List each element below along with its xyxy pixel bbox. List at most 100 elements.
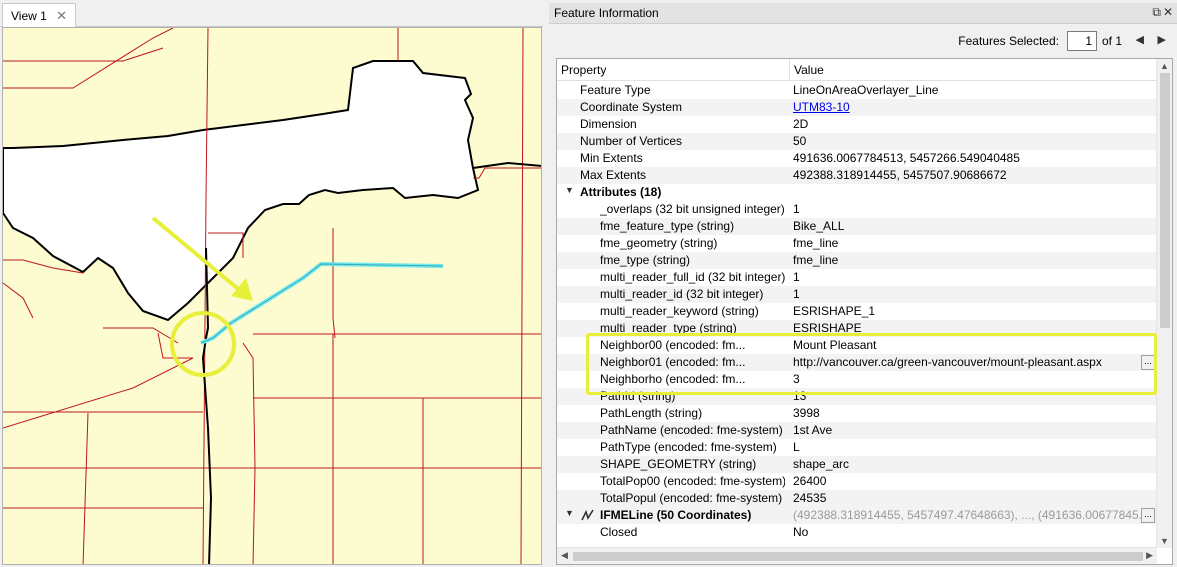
attribute-value: 13 bbox=[793, 389, 807, 403]
table-row[interactable]: PathType (encoded: fme-system) L bbox=[557, 439, 1157, 456]
table-row[interactable]: multi_reader_type (string) ESRISHAPE bbox=[557, 320, 1157, 337]
next-feature-icon[interactable]: ▶ bbox=[1158, 33, 1166, 46]
table-row[interactable]: multi_reader_id (32 bit integer) 1 bbox=[557, 286, 1157, 303]
attribute-value: 1 bbox=[793, 270, 800, 284]
scroll-down-icon[interactable]: ▼ bbox=[1160, 536, 1169, 546]
table-row[interactable]: Max Extents 492388.318914455, 5457507.906… bbox=[557, 167, 1157, 184]
feature-index-input[interactable] bbox=[1067, 31, 1097, 51]
road-line bbox=[520, 28, 524, 564]
property-value: No bbox=[793, 525, 809, 539]
property-table: Property Value Feature Type LineOnAreaOve… bbox=[556, 58, 1173, 565]
column-header-value[interactable]: Value bbox=[794, 63, 824, 77]
section-title: Attributes (18) bbox=[580, 185, 662, 199]
property-name: Max Extents bbox=[580, 168, 647, 182]
float-panel-icon[interactable]: ⧉ bbox=[1152, 5, 1161, 20]
annotation-arrowhead bbox=[231, 278, 253, 301]
table-row[interactable]: fme_type (string) fme_line bbox=[557, 252, 1157, 269]
attribute-value: 26400 bbox=[793, 474, 827, 488]
attribute-value: L bbox=[793, 440, 800, 454]
panel-header: Feature Information ⧉ ✕ bbox=[549, 3, 1177, 24]
column-divider[interactable] bbox=[789, 59, 790, 81]
features-selected-label: Features Selected: bbox=[958, 34, 1059, 48]
table-row[interactable]: PathLength (string) 3998 bbox=[557, 405, 1157, 422]
table-row[interactable]: SHAPE_GEOMETRY (string) shape_arc bbox=[557, 456, 1157, 473]
table-row[interactable]: Closed No bbox=[557, 524, 1157, 541]
property-value: 492388.318914455, 5457507.90686672 bbox=[793, 168, 1007, 182]
previous-feature-icon[interactable]: ◀ bbox=[1136, 33, 1144, 46]
attribute-name: TotalPop00 (encoded: fme-system) bbox=[600, 474, 785, 488]
tab-view-1[interactable]: View 1 ✕ bbox=[2, 3, 76, 27]
vertical-scrollbar[interactable]: ▲ ▼ bbox=[1156, 59, 1172, 548]
property-value: 50 bbox=[793, 134, 807, 148]
selected-feature-line bbox=[200, 261, 444, 345]
attribute-name: PathId (string) bbox=[600, 389, 676, 403]
property-name: Dimension bbox=[580, 117, 637, 131]
polyline-icon bbox=[581, 509, 594, 521]
geometry-section-row[interactable]: ▼ IFMELine (50 Coordinates) (492388.3189… bbox=[557, 507, 1157, 524]
table-row[interactable]: fme_feature_type (string) Bike_ALL bbox=[557, 218, 1157, 235]
property-value: 491636.0067784513, 5457266.549040485 bbox=[793, 151, 1020, 165]
tab-label: View 1 bbox=[11, 8, 47, 23]
attribute-name: multi_reader_id (32 bit integer) bbox=[600, 287, 764, 301]
table-row[interactable]: Neighborho (encoded: fm... 3 bbox=[557, 371, 1157, 388]
scroll-right-icon[interactable]: ▶ bbox=[1146, 550, 1153, 561]
table-row[interactable]: Feature Type LineOnAreaOverlayer_Line bbox=[557, 82, 1157, 99]
table-row[interactable]: Number of Vertices 50 bbox=[557, 133, 1157, 150]
close-tab-icon[interactable]: ✕ bbox=[56, 8, 67, 24]
scroll-thumb[interactable] bbox=[1160, 73, 1170, 328]
attribute-name: multi_reader_keyword (string) bbox=[600, 304, 759, 318]
attribute-value: Bike_ALL bbox=[793, 219, 845, 233]
expand-coordinates-button[interactable]: ... bbox=[1141, 508, 1155, 523]
table-row[interactable]: Neighbor00 (encoded: fm... Mount Pleasant bbox=[557, 337, 1157, 354]
table-row[interactable]: Neighbor01 (encoded: fm... http://vancouv… bbox=[557, 354, 1157, 371]
attribute-name: PathName (encoded: fme-system) bbox=[600, 423, 783, 437]
collapse-icon[interactable]: ▼ bbox=[565, 508, 574, 518]
attribute-name: TotalPopul (encoded: fme-system) bbox=[600, 491, 783, 505]
attribute-name: SHAPE_GEOMETRY (string) bbox=[600, 457, 757, 471]
table-row[interactable]: PathName (encoded: fme-system) 1st Ave bbox=[557, 422, 1157, 439]
collapse-icon[interactable]: ▼ bbox=[565, 185, 574, 195]
table-row[interactable]: fme_geometry (string) fme_line bbox=[557, 235, 1157, 252]
attribute-value: 1st Ave bbox=[793, 423, 833, 437]
scroll-thumb[interactable] bbox=[573, 552, 1143, 561]
road-line bbox=[82, 412, 89, 564]
table-row[interactable]: TotalPop00 (encoded: fme-system) 26400 bbox=[557, 473, 1157, 490]
table-row[interactable]: Min Extents 491636.0067784513, 5457266.54… bbox=[557, 150, 1157, 167]
attributes-section-row[interactable]: ▼ Attributes (18) bbox=[557, 184, 1157, 201]
feature-count-label: of 1 bbox=[1101, 34, 1122, 48]
attribute-name: fme_geometry (string) bbox=[600, 236, 718, 250]
table-row[interactable]: _overlaps (32 bit unsigned integer) 1 bbox=[557, 201, 1157, 218]
property-name: Coordinate System bbox=[580, 100, 683, 114]
road-line bbox=[3, 282, 34, 319]
property-value: 2D bbox=[793, 117, 809, 131]
property-name: Number of Vertices bbox=[580, 134, 683, 148]
table-header: Property Value bbox=[557, 59, 1157, 81]
attribute-value: http://vancouver.ca/green-vancouver/moun… bbox=[793, 355, 1102, 369]
horizontal-scrollbar[interactable]: ◀ ▶ bbox=[557, 547, 1157, 564]
table-row[interactable]: PathId (string) 13 bbox=[557, 388, 1157, 405]
column-header-property[interactable]: Property bbox=[561, 63, 606, 77]
attribute-name: Neighbor01 (encoded: fm... bbox=[600, 355, 746, 369]
attribute-value: 3 bbox=[793, 372, 800, 386]
table-row[interactable]: Coordinate System UTM83-10 bbox=[557, 99, 1157, 116]
table-row[interactable]: multi_reader_full_id (32 bit integer) 1 bbox=[557, 269, 1157, 286]
attribute-name: Neighborho (encoded: fm... bbox=[600, 372, 746, 386]
map-svg bbox=[3, 28, 541, 564]
boundary-line bbox=[472, 161, 541, 169]
coordinate-system-link[interactable]: UTM83-10 bbox=[793, 100, 1143, 114]
attribute-value: 3998 bbox=[793, 406, 820, 420]
close-panel-icon[interactable]: ✕ bbox=[1163, 5, 1173, 19]
table-row[interactable]: Dimension 2D bbox=[557, 116, 1157, 133]
attribute-name: PathType (encoded: fme-system) bbox=[600, 440, 777, 454]
view-tab-bar: View 1 ✕ bbox=[0, 0, 543, 27]
table-row[interactable]: multi_reader_keyword (string) ESRISHAPE_1 bbox=[557, 303, 1157, 320]
map-canvas[interactable] bbox=[2, 27, 542, 565]
attribute-name: multi_reader_full_id (32 bit integer) bbox=[600, 270, 785, 284]
table-row[interactable]: TotalPopul (encoded: fme-system) 24535 bbox=[557, 490, 1157, 507]
attribute-value: Mount Pleasant bbox=[793, 338, 877, 352]
scroll-up-icon[interactable]: ▲ bbox=[1160, 61, 1169, 71]
attribute-value: 1 bbox=[793, 202, 800, 216]
scroll-left-icon[interactable]: ◀ bbox=[561, 550, 568, 561]
attribute-value: ESRISHAPE_1 bbox=[793, 304, 876, 318]
expand-value-button[interactable]: ... bbox=[1141, 355, 1155, 370]
